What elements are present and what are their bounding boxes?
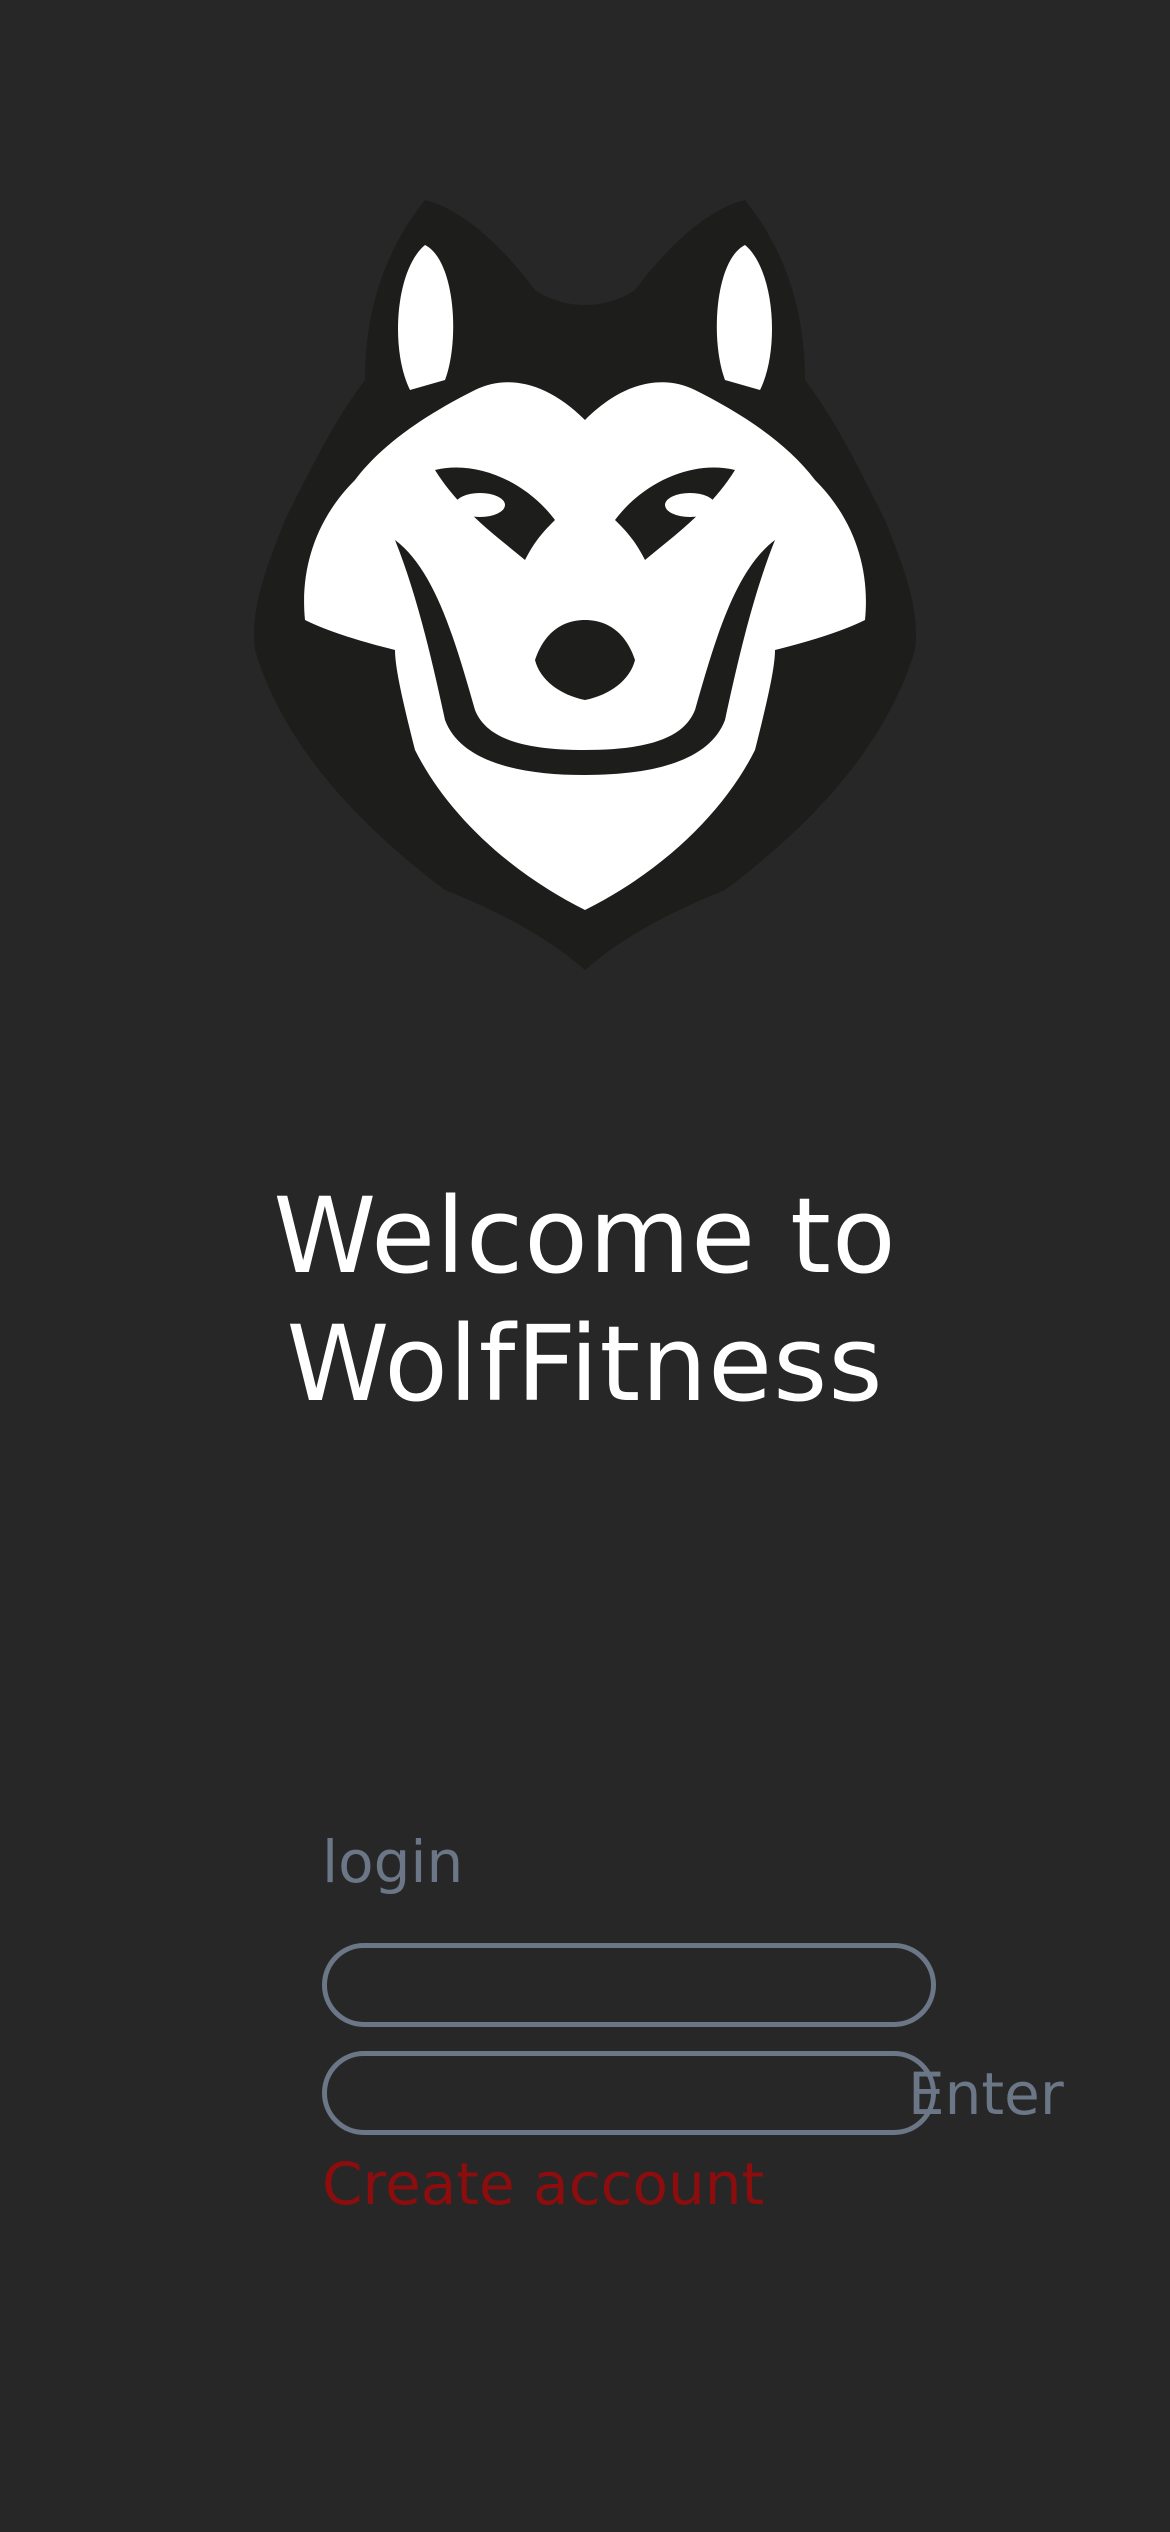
welcome-line-2: WolfFitness — [286, 1303, 884, 1425]
welcome-heading: Welcome to WolfFitness — [0, 1172, 1170, 1428]
create-account-link[interactable]: Create account — [322, 2148, 764, 2220]
password-input[interactable] — [322, 2051, 936, 2135]
enter-button[interactable]: Enter — [908, 2058, 1064, 2130]
login-input[interactable] — [322, 1943, 936, 2027]
wolf-logo-icon — [245, 190, 925, 970]
login-label: login — [322, 1828, 464, 1896]
welcome-line-1: Welcome to — [273, 1175, 897, 1297]
